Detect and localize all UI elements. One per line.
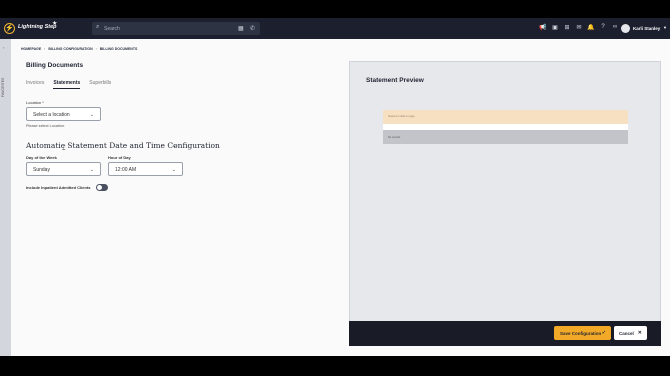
chevron-down-icon: ⌄ xyxy=(171,166,176,173)
calendar-icon[interactable]: ▣ xyxy=(551,24,559,31)
hour-of-day-value: 12:00 AM xyxy=(115,167,137,173)
breadcrumb-separator-icon: › xyxy=(44,47,46,51)
save-configuration-button[interactable]: Save Configuration ✓ xyxy=(554,326,611,340)
day-of-week-value: Sunday xyxy=(33,167,50,173)
cancel-button[interactable]: Cancel ✕ xyxy=(614,326,647,340)
search-input[interactable]: Search xyxy=(104,26,120,32)
breadcrumb-item: BILLING DOCUMENTS xyxy=(99,47,138,51)
expand-sidebar-icon[interactable]: › xyxy=(3,45,4,50)
breadcrumb: HOMEPAGE › BILLING CONFIGURATION › BILLI… xyxy=(21,47,137,51)
action-footer: Save Configuration ✓ Cancel ✕ xyxy=(349,321,661,346)
user-name[interactable]: Karli Stanley xyxy=(633,26,660,31)
app-logo-icon[interactable]: ⚡ xyxy=(4,23,15,34)
inpatient-toggle[interactable] xyxy=(96,184,108,191)
tab-superbills[interactable]: Superbills xyxy=(89,80,111,89)
preview-header-band: Statement data on page xyxy=(383,110,628,124)
mouse-cursor-icon: ⌶ xyxy=(62,146,66,152)
phone-icon[interactable]: ✆ xyxy=(250,25,255,32)
breadcrumb-item[interactable]: HOMEPAGE xyxy=(21,47,41,51)
location-select-value: Select a location xyxy=(33,112,70,118)
bell-icon[interactable]: 🔔 xyxy=(587,24,595,31)
avatar[interactable] xyxy=(621,24,630,33)
statement-preview-panel: Statement Preview Statement data on page… xyxy=(349,61,661,346)
grid-icon[interactable]: ⊞ xyxy=(563,24,571,31)
save-button-label: Save Configuration xyxy=(560,330,602,336)
tab-statements[interactable]: Statements xyxy=(53,80,81,89)
app-header: ⚡ Lightning Step ★ ⌕ Search ▦ ✆ 📢 ▣ ⊞ ✉ … xyxy=(0,18,670,39)
day-of-week-label: Day of the Week xyxy=(26,155,57,160)
preview-title: Statement Preview xyxy=(366,77,424,84)
chevron-down-icon: ⌄ xyxy=(89,111,94,118)
section-title: Automatic Statement Date and Time Config… xyxy=(26,141,220,150)
section-collapse-icon[interactable]: ⌄ xyxy=(172,142,177,149)
help-icon[interactable]: ? xyxy=(599,24,607,31)
inpatient-toggle-label: Include Inpatient Admitted Clients xyxy=(26,185,91,190)
search-bar[interactable]: ⌕ Search ▦ ✆ xyxy=(92,22,260,35)
tab-invoices[interactable]: Invoices xyxy=(26,80,44,89)
search-icon: ⌕ xyxy=(96,24,100,30)
preview-band-text: No records xyxy=(388,135,401,139)
chevron-down-icon: ⌄ xyxy=(89,166,94,173)
location-help-text: Please select Location. xyxy=(26,124,66,128)
location-select[interactable]: Select a location ⌄ xyxy=(26,107,101,121)
hour-of-day-select[interactable]: 12:00 AM ⌄ xyxy=(108,162,183,176)
screen-bottom-border xyxy=(0,356,670,376)
header-actions: 📢 ▣ ⊞ ✉ 🔔 ? ∞ xyxy=(539,24,619,31)
breadcrumb-item[interactable]: BILLING CONFIGURATION xyxy=(48,47,92,51)
calendar-search-icon[interactable]: ▦ xyxy=(238,25,244,32)
toggle-knob xyxy=(97,185,102,190)
collapsed-sidebar: › FAVORITES xyxy=(0,39,11,356)
breadcrumb-separator-icon: › xyxy=(95,47,97,51)
page-title: Billing Documents xyxy=(26,62,84,69)
chat-icon[interactable]: ✉ xyxy=(575,24,583,31)
chevron-down-icon[interactable]: ▼ xyxy=(663,25,667,30)
link-icon[interactable]: ∞ xyxy=(611,24,619,31)
screen-top-border xyxy=(0,0,670,18)
app-name: Lightning Step xyxy=(18,24,57,30)
close-icon: ✕ xyxy=(637,329,642,336)
tab-bar: Invoices Statements Superbills xyxy=(26,80,111,89)
preview-band-text: Statement data on page xyxy=(388,115,415,118)
preview-table-band: No records xyxy=(383,130,628,144)
location-label: Location * xyxy=(26,100,44,105)
cancel-button-label: Cancel xyxy=(619,330,634,336)
megaphone-icon[interactable]: 📢 xyxy=(539,24,547,31)
sidebar-vertical-label[interactable]: FAVORITES xyxy=(1,78,5,97)
check-icon: ✓ xyxy=(601,329,606,336)
preview-document: Statement data on page No records xyxy=(383,110,628,148)
day-of-week-select[interactable]: Sunday ⌄ xyxy=(26,162,101,176)
hour-of-day-label: Hour of Day xyxy=(108,155,131,160)
favorite-star-icon[interactable]: ★ xyxy=(52,20,57,27)
